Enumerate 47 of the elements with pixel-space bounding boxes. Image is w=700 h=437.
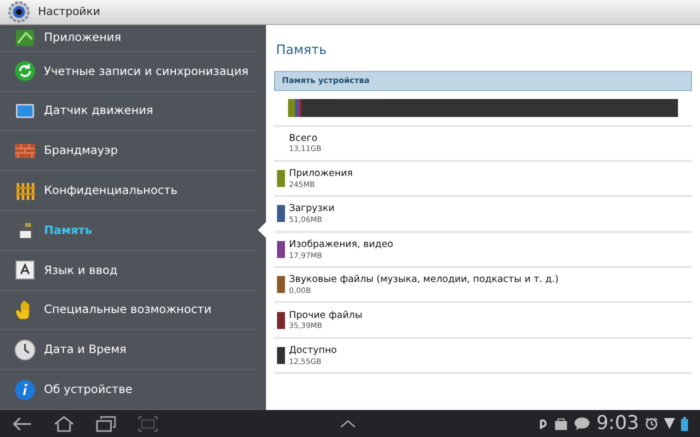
section-header: Память устройства [274, 70, 692, 90]
sidebar-item-label: Приложения [44, 29, 122, 46]
sidebar-item[interactable]: Датчик движения [0, 92, 258, 132]
sidebar-item-label: Язык и ввод [44, 262, 118, 279]
window-title: Настройки [38, 4, 100, 20]
sidebar-item-label: Учетные записи и синхронизация [44, 62, 248, 80]
storage-label: Прочие файлы [289, 310, 362, 322]
clock-icon [14, 338, 36, 361]
sidebar-item[interactable]: Память [0, 211, 258, 251]
sidebar-item[interactable]: Брандмауэр [0, 131, 258, 172]
sidebar-item-label: Конфиденциальность [44, 182, 178, 200]
battery-icon [681, 416, 688, 430]
wifi-icon [664, 417, 675, 430]
storage-label: Загрузки [289, 203, 335, 216]
sidebar-item[interactable]: Дата и Время [0, 330, 258, 370]
panel-title: Память [275, 42, 328, 60]
sidebar-item-label: Память [44, 222, 92, 239]
storage-label: Звуковые файлы (музыка, мелодии, подкасты и т. д.) [289, 274, 559, 286]
storage-label: Доступно [289, 344, 337, 357]
alarm-clock-icon [645, 417, 658, 430]
home-icon[interactable] [54, 416, 74, 432]
sidebar-item[interactable]: Язык и ввод [0, 250, 258, 291]
settings-icon[interactable] [8, 1, 30, 23]
back-icon[interactable] [12, 416, 32, 430]
recent-apps-icon[interactable] [96, 416, 116, 432]
notification-icon[interactable] [538, 418, 548, 430]
sidebar-item[interactable]: Специальные возможности [0, 290, 258, 330]
screenshot-icon[interactable] [138, 416, 158, 432]
info-icon [14, 378, 36, 401]
sync-icon [14, 60, 36, 82]
sidebar-item[interactable]: Учетные записи и синхронизация [0, 52, 258, 92]
storage-label: Приложения [289, 168, 353, 180]
sidebar-item-label: Об устройстве [44, 381, 132, 398]
sidebar-item[interactable]: Приложения [0, 25, 258, 52]
sidebar-item[interactable]: Конфиденциальность [0, 171, 258, 212]
sidebar-item-label: Датчик движения [44, 102, 154, 120]
shopping-bag-icon[interactable] [554, 416, 568, 430]
chat-bubble-icon[interactable] [574, 417, 590, 430]
sidebar-item-label: Брандмауэр [44, 142, 118, 160]
keyboard-key-icon [14, 259, 36, 282]
sidebar-item-label: Специальные возможности [44, 301, 212, 318]
storage-label: Изображения, видео [289, 238, 394, 251]
clock-time: 9:03 [596, 414, 639, 433]
storage-label: Всего [289, 132, 318, 144]
sidebar-item-label: Дата и Время [44, 341, 126, 358]
selection-pointer-icon [258, 222, 266, 238]
chevron-up-icon[interactable] [340, 420, 356, 428]
